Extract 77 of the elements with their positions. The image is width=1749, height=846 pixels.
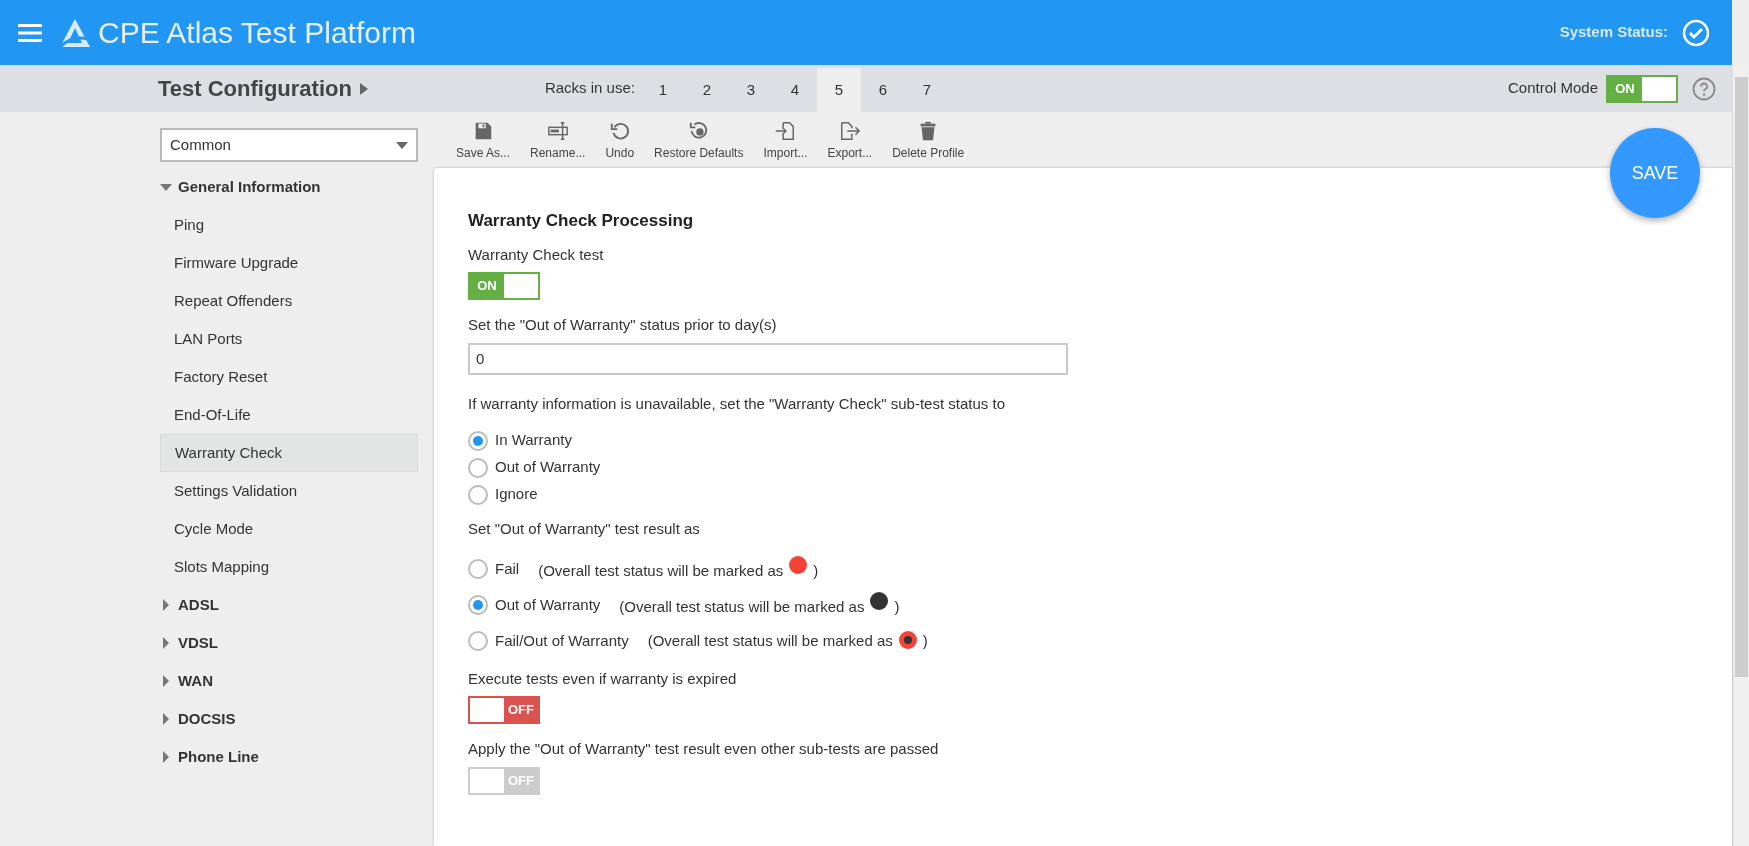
- tree-item[interactable]: Slots Mapping: [160, 548, 418, 586]
- text-cursor-icon: [546, 120, 569, 142]
- section-title: Warranty Check Processing: [468, 210, 695, 232]
- radio-label[interactable]: Ignore: [495, 483, 538, 506]
- radio-button[interactable]: [468, 595, 488, 615]
- tree-item[interactable]: Firmware Upgrade: [160, 244, 418, 282]
- radio-label[interactable]: Fail: [495, 557, 520, 581]
- tree-item[interactable]: LAN Ports: [160, 320, 418, 358]
- tree-item[interactable]: Cycle Mode: [160, 510, 418, 548]
- page-title: Test Configuration: [158, 75, 352, 103]
- status-note: (Overall test status will be marked as ): [538, 555, 819, 583]
- radio-label[interactable]: In Warranty: [495, 429, 572, 452]
- racks-label: Racks in use:: [544, 78, 635, 99]
- caret-right-icon: [160, 751, 172, 763]
- caret-right-icon: [160, 637, 172, 649]
- tree-item[interactable]: Repeat Offenders: [160, 282, 418, 320]
- status-note: (Overall test status will be marked as ): [647, 629, 928, 651]
- toolbar-button[interactable]: Save As...: [446, 120, 521, 162]
- radio-label[interactable]: Fail/Out of Warranty: [495, 629, 629, 653]
- tree-group[interactable]: General Information: [160, 168, 418, 206]
- radio-label[interactable]: Out of Warranty: [495, 456, 601, 479]
- undo-icon: [608, 120, 631, 142]
- tree-item[interactable]: Warranty Check: [160, 434, 418, 472]
- caret-right-icon: [160, 675, 172, 687]
- import-icon: [774, 120, 797, 142]
- tree-group[interactable]: Phone Line: [160, 738, 418, 776]
- tree-group[interactable]: WAN: [160, 662, 418, 700]
- field-label: Set the "Out of Warranty" status prior to day(s): [468, 315, 778, 335]
- control-mode-label: Control Mode: [1507, 78, 1598, 99]
- field-label: Execute tests even if warranty is expired: [468, 668, 738, 689]
- toolbar-button[interactable]: Delete Profile: [882, 120, 975, 162]
- profile-dropdown[interactable]: Common: [160, 128, 418, 162]
- rack-tab[interactable]: 3: [728, 68, 773, 112]
- scrollbar[interactable]: [1732, 65, 1749, 846]
- radio-button[interactable]: [468, 631, 488, 651]
- rack-tab[interactable]: 1: [640, 68, 685, 112]
- toolbar-button[interactable]: Undo: [595, 120, 645, 162]
- system-status-label: System Status:: [1559, 22, 1668, 43]
- tree-item[interactable]: Settings Validation: [160, 472, 418, 510]
- rack-tab[interactable]: 4: [772, 68, 817, 112]
- caret-right-icon: [160, 599, 172, 611]
- tree-group[interactable]: DOCSIS: [160, 700, 418, 738]
- tree-item[interactable]: End-Of-Life: [160, 396, 418, 434]
- tree-item[interactable]: Factory Reset: [160, 358, 418, 396]
- toggle-switch[interactable]: OFF: [468, 696, 540, 724]
- check-circle-icon: [1682, 18, 1710, 47]
- field-label: If warranty information is unavailable, set the "Warranty Check" sub-test status to: [468, 393, 1006, 414]
- dropdown-caret-icon: [396, 141, 408, 149]
- toolbar-button[interactable]: Rename...: [520, 120, 596, 162]
- caret-icon: [359, 82, 368, 95]
- restore-icon: [687, 120, 710, 142]
- toolbar-button[interactable]: Import...: [753, 120, 818, 162]
- tree-group[interactable]: ADSL: [160, 586, 418, 624]
- radio-label[interactable]: Out of Warranty: [495, 593, 601, 617]
- tree-item[interactable]: Ping: [160, 206, 418, 244]
- export-icon: [838, 120, 861, 142]
- field-label: Warranty Check test: [468, 244, 605, 265]
- caret-right-icon: [160, 713, 172, 725]
- rack-tab[interactable]: 5: [816, 68, 861, 112]
- rack-tab[interactable]: 6: [860, 68, 905, 112]
- rack-tab[interactable]: 7: [904, 68, 949, 112]
- toolbar-button[interactable]: Restore Defaults: [644, 120, 754, 162]
- input-field[interactable]: 0: [468, 342, 1068, 375]
- radio-button[interactable]: [468, 484, 488, 505]
- caret-down-icon: [160, 181, 172, 193]
- rack-tab[interactable]: 2: [684, 68, 729, 112]
- tree-group[interactable]: VDSL: [160, 624, 418, 662]
- app-title: CPE Atlas Test Platform: [98, 15, 416, 51]
- toolbar-button[interactable]: Export...: [817, 120, 883, 162]
- radio-button[interactable]: [468, 430, 488, 451]
- field-label: Set "Out of Warranty" test result as: [468, 519, 701, 539]
- field-label: Apply the "Out of Warranty" test result even other sub-tests are passed: [468, 739, 940, 759]
- menu-icon[interactable]: [18, 22, 42, 43]
- help-icon[interactable]: [1692, 76, 1716, 101]
- radio-button[interactable]: [468, 559, 488, 579]
- status-note: (Overall test status will be marked as ): [619, 591, 900, 619]
- radio-button[interactable]: [468, 457, 488, 478]
